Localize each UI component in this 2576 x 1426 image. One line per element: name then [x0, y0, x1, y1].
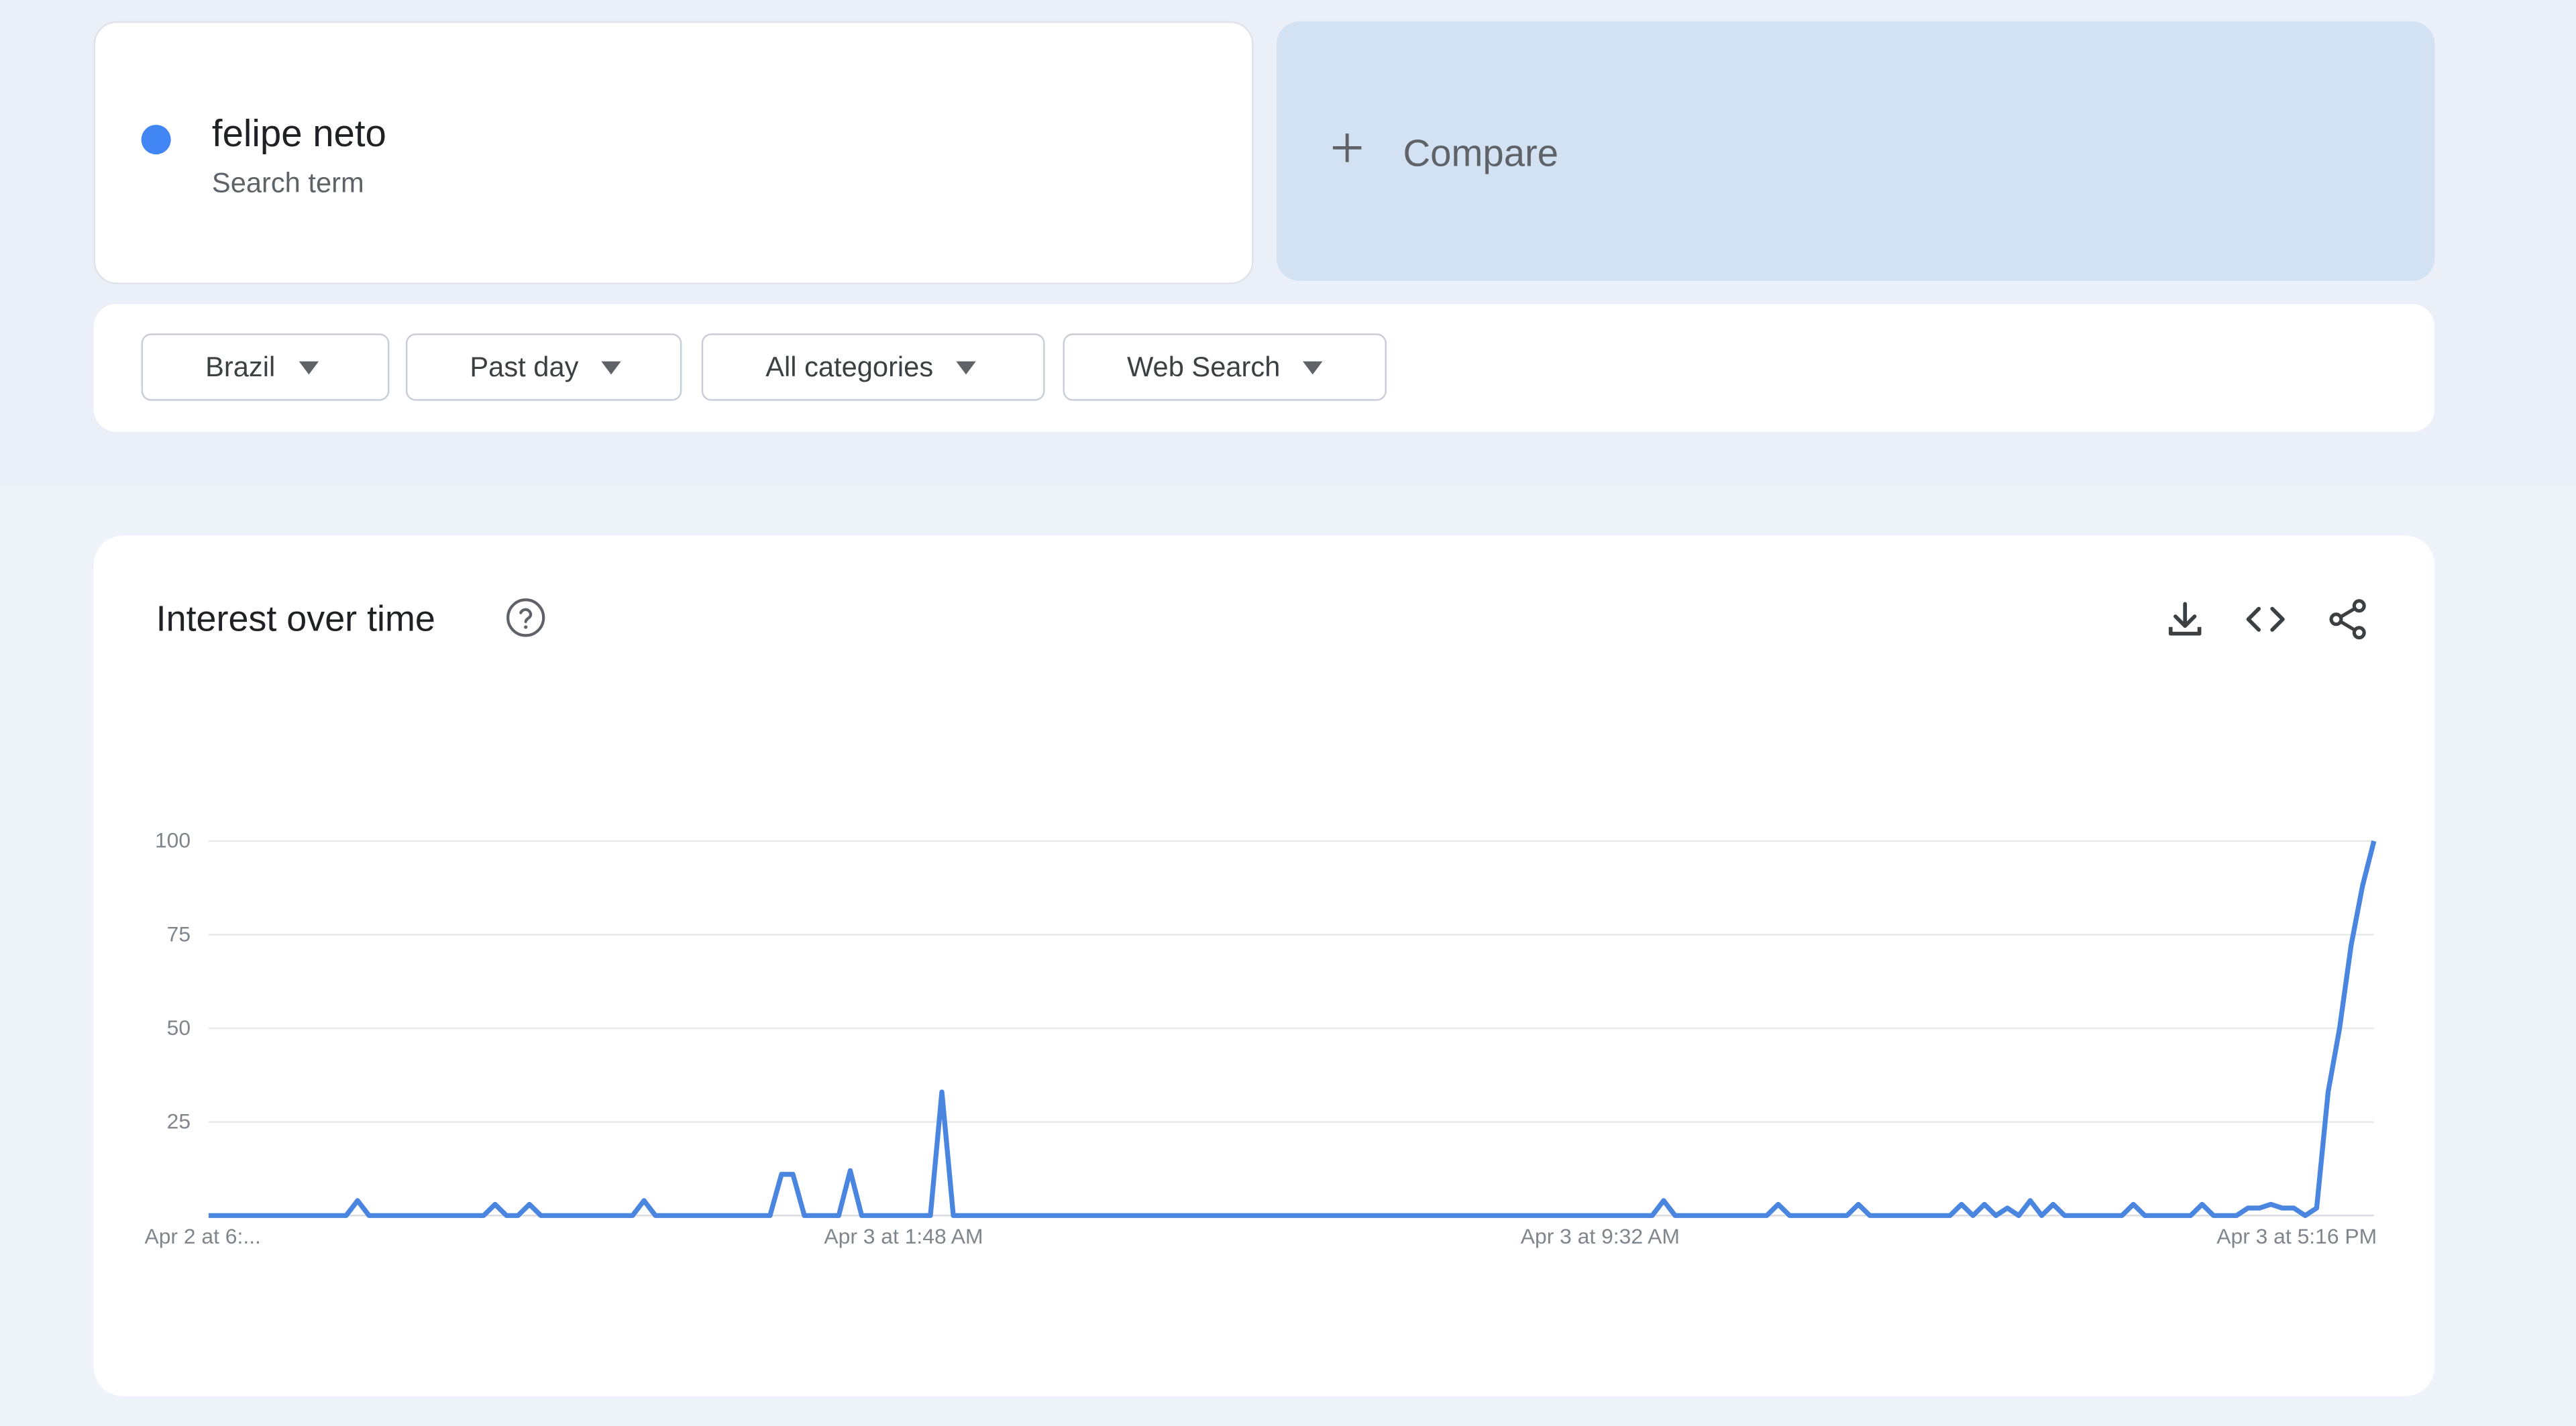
- compare-button[interactable]: Compare: [1276, 21, 2435, 281]
- filter-bar: Brazil Past day All categories Web Searc…: [93, 304, 2435, 433]
- trends-page: felipe neto Search term Compare Brazil P…: [0, 0, 2576, 1426]
- y-tick-label: 50: [167, 1016, 191, 1040]
- x-tick-label: Apr 2 at 6:...: [145, 1224, 261, 1248]
- interest-over-time-card: Interest over time 25 50 75 100 Apr 2 at 6:.…: [93, 535, 2435, 1396]
- caret-down-icon: [601, 360, 622, 374]
- caret-down-icon: [1303, 360, 1324, 374]
- y-tick-label: 100: [155, 828, 191, 853]
- compare-label: Compare: [1403, 131, 1559, 174]
- region-dropdown[interactable]: Brazil: [141, 333, 390, 401]
- category-dropdown[interactable]: All categories: [701, 333, 1045, 401]
- time-range-label: Past day: [470, 350, 579, 382]
- x-tick-label: Apr 3 at 9:32 AM: [1521, 1224, 1680, 1248]
- x-tick-label: Apr 3 at 1:48 AM: [824, 1224, 983, 1248]
- category-label: All categories: [765, 350, 934, 382]
- series-color-dot: [141, 125, 171, 155]
- time-range-dropdown[interactable]: Past day: [405, 333, 682, 401]
- interest-chart[interactable]: 25 50 75 100 Apr 2 at 6:... Apr 3 at 1:48 AM A…: [94, 535, 2435, 1396]
- x-tick-label: Apr 3 at 5:16 PM: [2216, 1224, 2377, 1248]
- region-label: Brazil: [205, 350, 276, 382]
- plus-icon: [1332, 133, 1362, 162]
- search-term-name[interactable]: felipe neto: [212, 112, 386, 156]
- property-dropdown[interactable]: Web Search: [1063, 333, 1387, 401]
- search-term-card[interactable]: felipe neto Search term: [93, 21, 1254, 284]
- y-tick-label: 75: [167, 922, 191, 946]
- y-tick-label: 25: [167, 1109, 191, 1133]
- property-label: Web Search: [1127, 350, 1281, 382]
- search-term-type: Search term: [211, 167, 364, 199]
- caret-down-icon: [956, 360, 976, 374]
- caret-down-icon: [298, 360, 318, 374]
